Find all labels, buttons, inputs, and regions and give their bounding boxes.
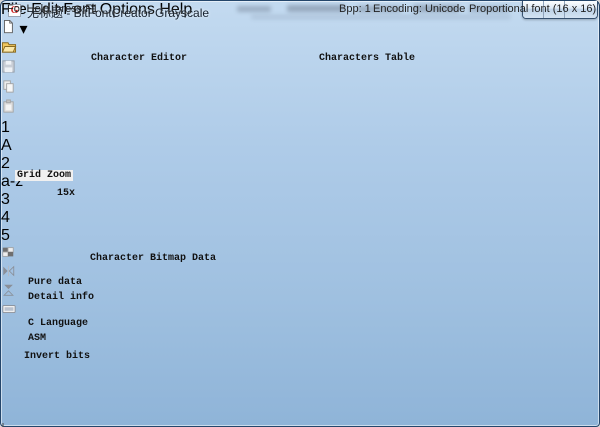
paste-icon (1, 99, 16, 114)
letter-a-icon: A (1, 137, 12, 154)
view-image-button[interactable]: 4 (1, 209, 22, 227)
save-button[interactable] (1, 59, 20, 79)
new-dropdown-caret-icon: ▾ (19, 21, 27, 38)
save-floppy-icon (1, 59, 16, 74)
invert-bits-label: Invert bits (24, 351, 90, 362)
open-button[interactable] (1, 39, 20, 59)
tool-palette: ✎ H - ▲ H + ◀ ▼ ▶ (1, 421, 599, 427)
character-editor-title: Character Editor (91, 53, 187, 64)
flip-vertical-button[interactable] (1, 283, 20, 302)
width-marker-icon (1, 422, 15, 427)
grid-zoom-value: 15x (57, 188, 75, 199)
toolbar-num-label: 3 (1, 191, 10, 208)
characters-table-title: Characters Table (319, 53, 415, 64)
status-font-info: Proportional font (16 x 16) (469, 3, 596, 15)
new-document-icon (1, 19, 15, 34)
width-marker-tool-button[interactable] (1, 421, 599, 427)
asm-label: ASM (28, 333, 46, 344)
flip-horizontal-button[interactable] (1, 264, 20, 283)
status-encoding: Encoding: Unicode (373, 3, 465, 15)
glass-smudge (251, 15, 511, 19)
toolbar-num-label: 5 (1, 227, 10, 244)
grid-zoom-label: Grid Zoom (15, 170, 73, 181)
app-window: G 无标题 - BitFontCreator Grayscale File Ed… (0, 0, 600, 427)
bitmap-data-title: Character Bitmap Data (90, 253, 216, 264)
paste-button[interactable] (1, 99, 20, 119)
flip-vertical-icon (1, 283, 16, 297)
open-folder-icon (1, 39, 17, 54)
glass-smudge (237, 6, 271, 12)
widescreen-button[interactable] (1, 302, 22, 321)
view-export-button[interactable]: 5 (1, 227, 22, 245)
glass-smudge (287, 5, 345, 12)
detail-info-label: Detail info (28, 292, 94, 303)
status-help-text: For Help, press F1 (7, 3, 98, 15)
widescreen-icon (1, 302, 17, 316)
copy-button[interactable] (1, 79, 20, 99)
status-bpp: Bpp: 1 (339, 3, 371, 15)
new-button[interactable]: ▾ (1, 19, 28, 39)
screenshot-stage: G 无标题 - BitFontCreator Grayscale File Ed… (0, 0, 600, 427)
invert-image-button[interactable] (1, 245, 20, 264)
copy-icon (1, 79, 16, 94)
toolbar-num-label: 2 (1, 155, 10, 172)
flip-horizontal-icon (1, 264, 16, 278)
c-language-label: C Language (28, 318, 88, 329)
toolbar: ▾ (1, 19, 599, 321)
toolbar-num-label: 1 (1, 119, 10, 136)
toolbar-num-label: 4 (1, 209, 10, 226)
invert-icon (1, 245, 15, 259)
pure-data-label: Pure data (28, 277, 82, 288)
view-bar-button[interactable]: 3 (1, 191, 19, 209)
view-editor-button[interactable]: 1 A (1, 119, 19, 155)
